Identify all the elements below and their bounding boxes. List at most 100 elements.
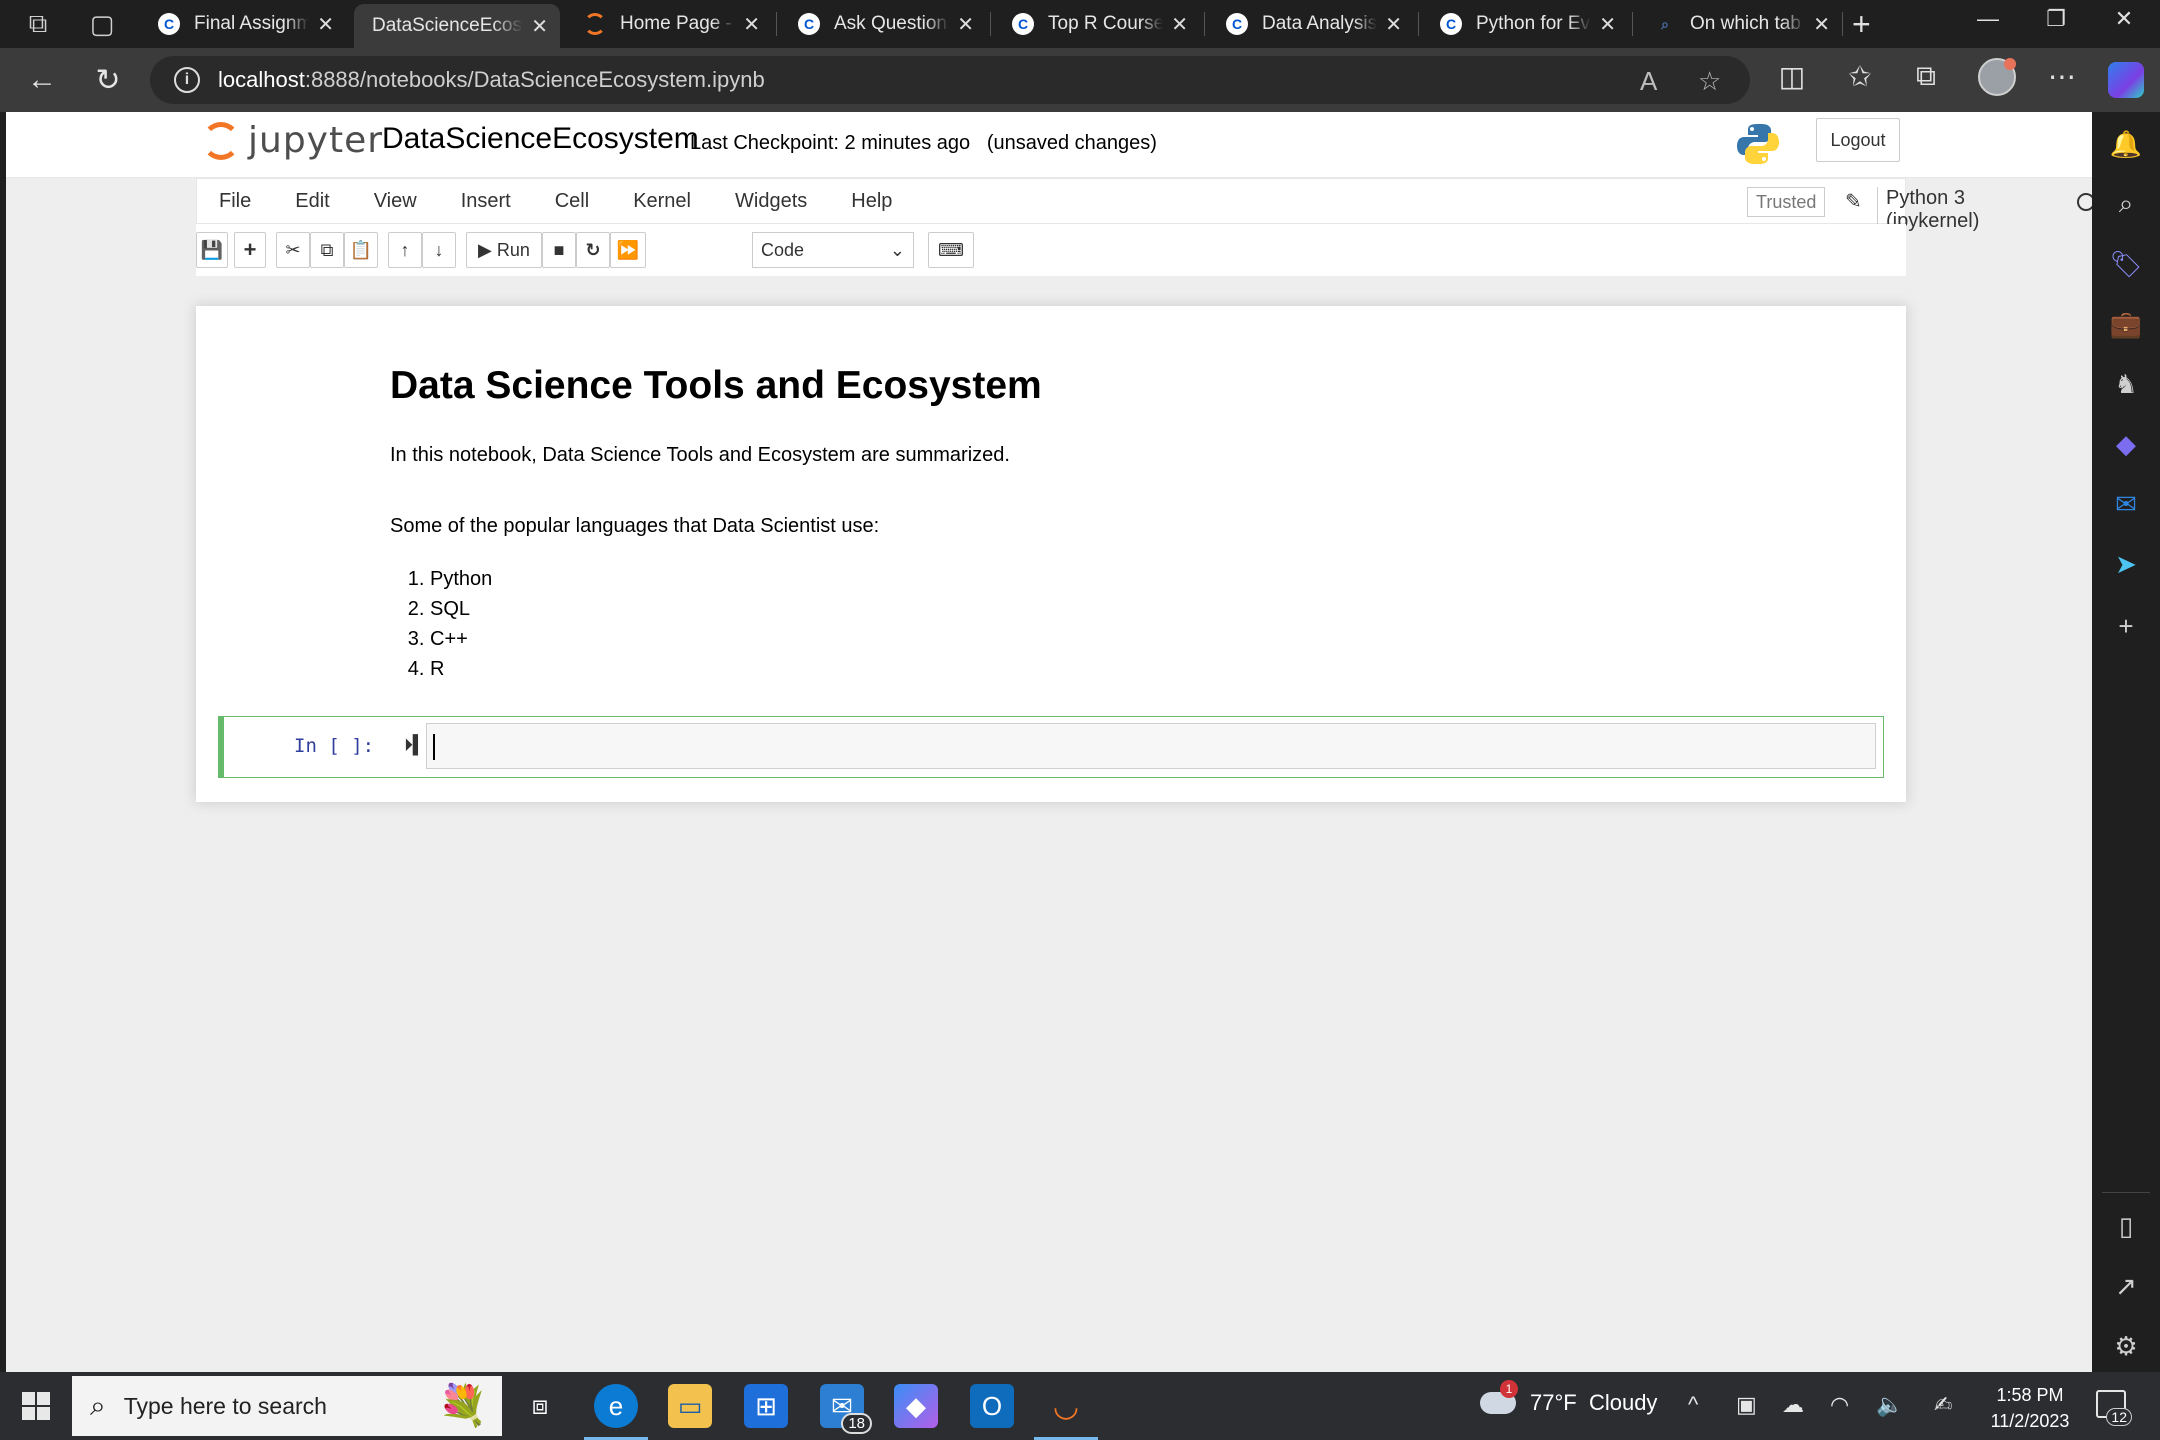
file-explorer-icon[interactable]: ▭ — [668, 1384, 712, 1428]
notification-bell-icon[interactable]: 🔔 — [2106, 124, 2146, 164]
command-palette-button[interactable]: ⌨ — [928, 232, 974, 268]
notification-center-icon[interactable]: 12 — [2096, 1390, 2132, 1426]
mail-icon[interactable]: ✉ 18 — [820, 1384, 872, 1434]
tools-briefcase-icon[interactable]: 💼 — [2106, 304, 2146, 344]
cell-type-select[interactable]: Code ⌄ — [752, 232, 914, 268]
url-text[interactable]: localhost:8888/notebooks/DataScienceEcos… — [218, 67, 765, 93]
split-screen-icon[interactable]: ◫ — [1772, 60, 1812, 93]
markdown-cell[interactable]: Data Science Tools and Ecosystem In this… — [390, 364, 1790, 684]
close-icon[interactable]: ✕ — [743, 12, 760, 37]
pencil-icon[interactable]: ✎ — [1845, 189, 1862, 214]
run-cell-icon[interactable]: ⏵▍ — [404, 735, 427, 756]
profile-avatar[interactable] — [1978, 58, 2016, 96]
shopping-tag-icon[interactable]: 🏷 — [2106, 244, 2146, 284]
collections-icon[interactable]: ⧉ — [1906, 60, 1946, 93]
notebook-name[interactable]: DataScienceEcosystem — [382, 122, 699, 156]
drop-icon[interactable]: ➤ — [2106, 544, 2146, 584]
cut-button[interactable]: ✂ — [276, 232, 310, 268]
tab-on-which-tab[interactable]: ⌕ On which tab is ✕ — [1636, 4, 1842, 44]
menu-file[interactable]: File — [197, 190, 273, 213]
menu-edit[interactable]: Edit — [273, 190, 351, 213]
move-up-button[interactable]: ↑ — [388, 232, 422, 268]
run-button[interactable]: ▶ Run — [466, 232, 542, 268]
system-clock[interactable]: 1:58 PM 11/2/2023 — [1960, 1382, 2100, 1434]
onedrive-cloud-icon[interactable]: ☁ — [1782, 1392, 1804, 1418]
games-icon[interactable]: ♞ — [2106, 364, 2146, 404]
copilot-app-icon[interactable]: ◆ — [894, 1384, 938, 1428]
close-icon[interactable]: ✕ — [1171, 12, 1188, 37]
menu-help[interactable]: Help — [829, 190, 914, 213]
tab-final-assignment[interactable]: C Final Assignment ✕ — [140, 4, 346, 44]
tab-home-page[interactable]: Home Page - Select ✕ — [566, 4, 772, 44]
settings-gear-icon[interactable]: ⚙ — [2106, 1326, 2146, 1366]
move-down-button[interactable]: ↓ — [422, 232, 456, 268]
tab-ask-questions[interactable]: C Ask Questions ✕ — [780, 4, 986, 44]
hide-sidebar-icon[interactable]: ▯ — [2106, 1206, 2146, 1246]
more-options-icon[interactable]: ⋯ — [2042, 60, 2082, 93]
code-cell-selected[interactable]: In [ ]: ⏵▍ — [218, 716, 1884, 778]
close-icon[interactable]: ✕ — [531, 14, 548, 39]
menu-widgets[interactable]: Widgets — [713, 190, 829, 213]
tab-top-r-courses[interactable]: C Top R Courses ✕ — [994, 4, 1200, 44]
edge-browser-icon[interactable]: e — [584, 1384, 648, 1440]
close-icon[interactable]: ✕ — [1385, 12, 1402, 37]
outlook-app-icon[interactable]: O — [970, 1384, 1014, 1428]
tab-datascienceecosystem[interactable]: DataScienceEcosystem ✕ — [354, 4, 560, 48]
menu-view[interactable]: View — [352, 190, 439, 213]
menu-insert[interactable]: Insert — [439, 190, 533, 213]
temperature: 77°F — [1530, 1390, 1577, 1415]
menu-cell[interactable]: Cell — [533, 190, 611, 213]
window-close-icon[interactable]: ✕ — [2094, 6, 2154, 32]
microsoft-store-icon[interactable]: ⊞ — [744, 1384, 788, 1428]
jupyter-app-icon[interactable]: ◡ — [1034, 1384, 1098, 1440]
restore-icon[interactable]: ❐ — [2026, 6, 2086, 32]
new-tab-icon[interactable]: + — [1852, 6, 1871, 43]
taskbar-search-box[interactable]: ⌕ Type here to search 💐 — [72, 1376, 502, 1436]
wifi-icon[interactable]: ◠ — [1830, 1392, 1849, 1418]
insert-cell-button[interactable]: + — [234, 232, 266, 268]
jupyter-menubar: File Edit View Insert Cell Kernel Widget… — [196, 178, 2092, 233]
arrow-up-icon: ↑ — [400, 239, 410, 260]
weather-widget[interactable]: 1 77°F Cloudy — [1480, 1380, 1657, 1416]
close-icon[interactable]: ✕ — [1813, 12, 1830, 37]
menu-kernel[interactable]: Kernel — [611, 190, 713, 213]
show-hidden-icons-icon[interactable]: ^ — [1688, 1392, 1698, 1418]
refresh-icon[interactable]: ↻ — [88, 60, 128, 100]
copilot-sidebar-icon[interactable]: ◆ — [2106, 424, 2146, 464]
open-external-icon[interactable]: ↗ — [2106, 1266, 2146, 1306]
close-icon[interactable]: ✕ — [957, 12, 974, 37]
logout-button[interactable]: Logout — [1816, 118, 1900, 162]
tab-actions-icon[interactable]: ▢ — [82, 6, 122, 42]
task-view-icon[interactable]: ⧈ — [518, 1384, 562, 1428]
jupyter-logo[interactable]: jupyter — [202, 120, 383, 161]
code-editor[interactable] — [426, 723, 1876, 769]
tab-data-analysis[interactable]: C Data Analysis with ✕ — [1208, 4, 1414, 44]
volume-icon[interactable]: 🔈 — [1876, 1392, 1903, 1418]
meet-now-icon[interactable]: ▣ — [1736, 1392, 1757, 1418]
address-bar[interactable]: i localhost:8888/notebooks/DataScienceEc… — [150, 56, 1750, 104]
copilot-icon[interactable] — [2108, 62, 2144, 98]
close-icon[interactable]: ✕ — [1599, 12, 1616, 37]
restart-run-all-button[interactable]: ⏩ — [610, 232, 646, 268]
add-sidebar-app-icon[interactable]: + — [2106, 606, 2146, 646]
minimize-icon[interactable]: — — [1958, 6, 2018, 32]
favorite-star-icon[interactable]: ☆ — [1698, 66, 1721, 97]
outlook-icon[interactable]: ✉ — [2106, 484, 2146, 524]
windows-start-icon[interactable] — [22, 1392, 50, 1420]
restart-button[interactable]: ↻ — [576, 232, 610, 268]
read-aloud-icon[interactable]: A — [1640, 66, 1657, 97]
pen-icon[interactable]: ✍ — [1934, 1392, 1952, 1418]
workspaces-icon[interactable]: ⧉ — [18, 6, 58, 42]
save-button[interactable]: 💾 — [196, 232, 228, 268]
paste-button[interactable]: 📋 — [344, 232, 378, 268]
copy-button[interactable]: ⧉ — [310, 232, 344, 268]
close-icon[interactable]: ✕ — [317, 12, 334, 37]
interrupt-button[interactable]: ■ — [542, 232, 576, 268]
info-icon[interactable]: i — [174, 67, 200, 93]
tab-python-for-everybody[interactable]: C Python for Everybody ✕ — [1422, 4, 1628, 44]
windows-taskbar: ⌕ Type here to search 💐 ⧈ e ▭ ⊞ ✉ 18 ◆ O … — [0, 1372, 2160, 1440]
trusted-badge[interactable]: Trusted — [1747, 187, 1826, 217]
search-icon[interactable]: ⌕ — [2106, 184, 2146, 224]
favorites-icon[interactable]: ✩ — [1840, 60, 1880, 93]
back-icon[interactable]: ← — [22, 60, 62, 100]
